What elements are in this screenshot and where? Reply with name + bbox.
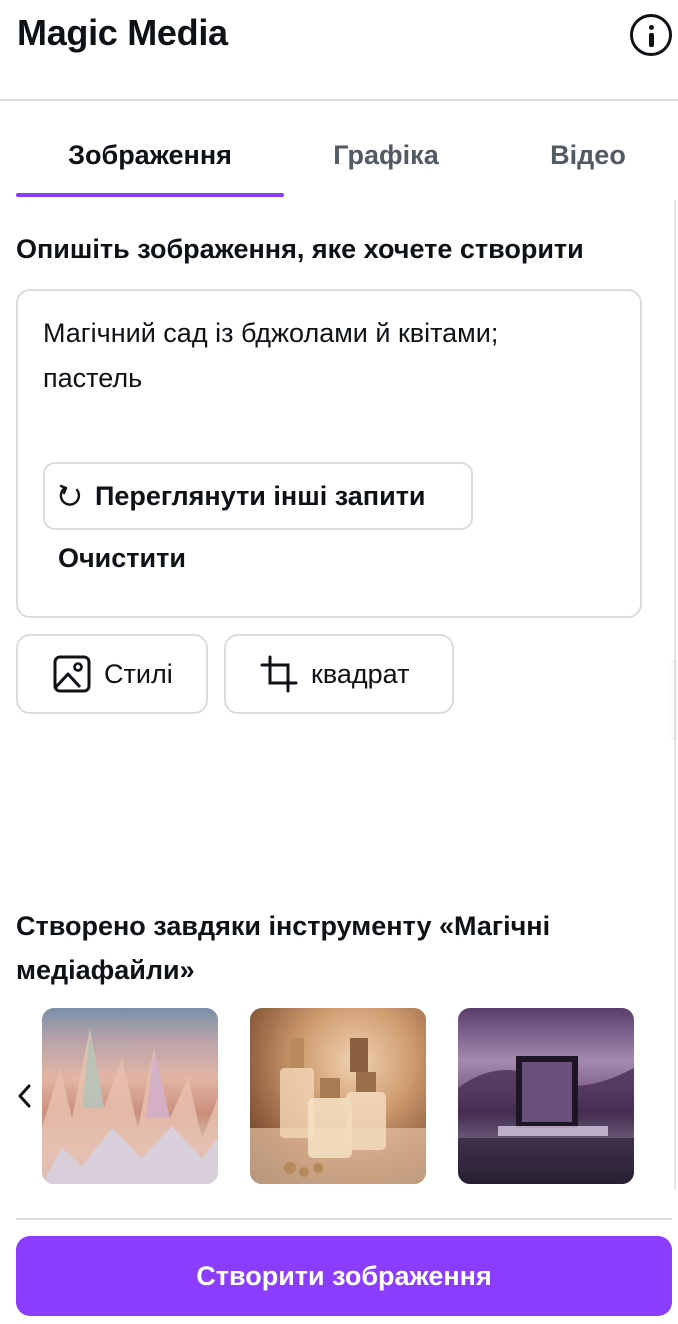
crop-icon — [260, 655, 298, 693]
styles-label: Стилі — [104, 658, 173, 689]
gallery-thumbnail-perfume[interactable] — [250, 1008, 426, 1184]
prompt-textarea[interactable]: Магічний сад із бджолами й квітами; паст… — [16, 289, 642, 618]
styles-button[interactable]: Стилі — [16, 634, 208, 714]
prompt-heading: Опишіть зображення, яке хочете створити — [16, 234, 584, 264]
gallery-thumbnail-purple-landscape[interactable] — [458, 1008, 634, 1184]
panel-header: Magic Media — [0, 0, 678, 101]
rock-formations-image — [42, 1028, 218, 1184]
image-icon — [53, 655, 91, 693]
aspect-ratio-label: квадрат — [311, 658, 410, 689]
active-tab-indicator — [16, 193, 284, 197]
create-image-label: Створити зображення — [196, 1260, 492, 1291]
info-icon-dot — [649, 25, 654, 30]
create-image-button[interactable]: Створити зображення — [16, 1236, 672, 1316]
tab-video[interactable]: Відео — [488, 118, 678, 198]
aspect-ratio-button[interactable]: квадрат — [224, 634, 454, 714]
info-icon[interactable] — [630, 14, 672, 56]
side-edge-shadow — [666, 660, 678, 740]
gallery-heading: Створено завдяки інструменту «Магічні ме… — [16, 911, 551, 985]
media-type-tabs: Зображення Графіка Відео — [16, 118, 678, 198]
chevron-left-icon[interactable] — [12, 1080, 38, 1112]
info-icon-bar — [649, 33, 654, 47]
gallery-thumbnail-rock-formations[interactable] — [42, 1008, 218, 1184]
tab-graphics[interactable]: Графіка — [284, 118, 488, 198]
refresh-icon — [59, 484, 81, 506]
purple-landscape-image — [458, 1056, 634, 1184]
footer-divider — [16, 1218, 672, 1220]
see-more-prompts-label: Переглянути інші запити — [95, 480, 426, 511]
clear-button[interactable]: Очистити — [58, 543, 186, 574]
see-more-prompts-button[interactable]: Переглянути інші запити — [43, 462, 473, 530]
perfume-bottles-image — [250, 1038, 426, 1184]
app-title: Magic Media — [17, 12, 228, 53]
prompt-text[interactable]: Магічний сад із бджолами й квітами; паст… — [43, 311, 603, 401]
tab-images[interactable]: Зображення — [16, 118, 284, 198]
